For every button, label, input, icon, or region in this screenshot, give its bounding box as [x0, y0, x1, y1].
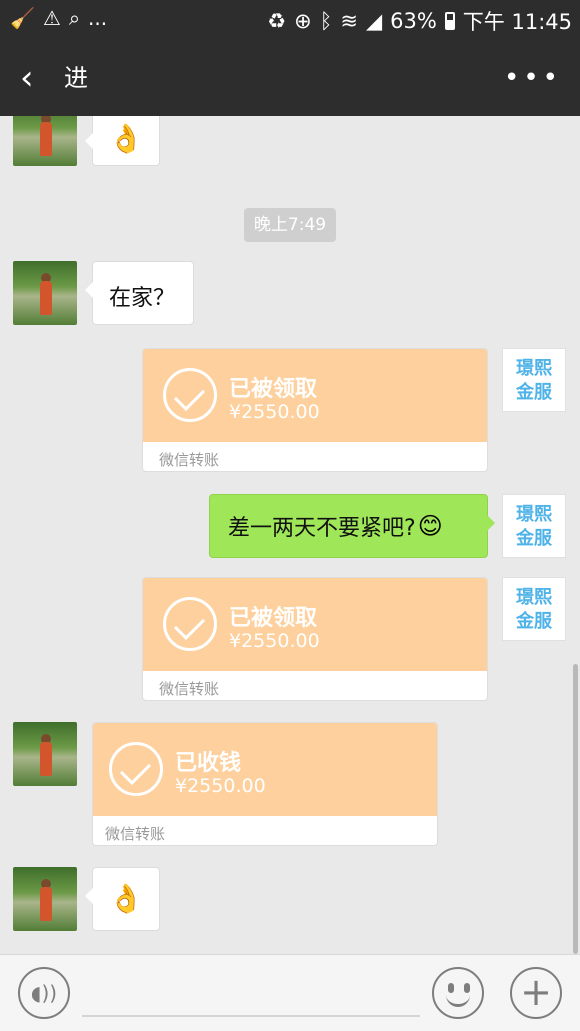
ok-hand-icon: 👌: [108, 882, 144, 915]
data-saver-icon: ⊕: [294, 9, 312, 33]
message-text: 在家？: [109, 286, 176, 311]
plus-icon[interactable]: +: [510, 967, 562, 1019]
broom-icon: 🧹: [10, 6, 35, 30]
avatar[interactable]: [13, 867, 77, 931]
battery-percent: 63%: [390, 9, 437, 33]
text-bubble-outgoing[interactable]: 差一两天不要紧吧? 😊: [209, 494, 495, 558]
alert-icon: ⚠: [42, 6, 61, 30]
status-more: ...: [88, 6, 108, 30]
transfer-amount: ¥2550.00: [175, 775, 266, 797]
status-right: ♻ ⊕ ᛒ ≋ ◢ 63% 下午 11:45: [267, 6, 572, 36]
signal-icon: ◢: [365, 9, 383, 33]
transfer-footer: 微信转账: [159, 451, 220, 469]
transfer-card[interactable]: 已收钱 ¥2550.00 微信转账: [92, 722, 438, 846]
smile-eye-right: [464, 983, 470, 993]
avatar-person: [40, 122, 52, 156]
smile-mouth: [446, 995, 470, 1007]
chat-area[interactable]: 👌 晚上7:49 在家？ 已被领取 ¥2550.00 微信转账 璟熙 金服 差一…: [0, 116, 580, 954]
time-separator: 晚上7:49: [244, 208, 336, 242]
transfer-status: 已被领取: [229, 606, 318, 631]
avatar[interactable]: [13, 116, 77, 166]
chat-title: 进: [64, 64, 88, 92]
voice-icon[interactable]: ◖)): [18, 967, 70, 1019]
more-icon[interactable]: •••: [504, 65, 562, 91]
avatar-person: [40, 887, 52, 921]
smile-icon[interactable]: [432, 967, 484, 1019]
check-circle-icon: [109, 742, 163, 796]
emoji-bubble[interactable]: 👌: [85, 867, 160, 931]
smile-eye-left: [448, 983, 454, 993]
avatar-person: [40, 281, 52, 315]
avatar-right-line1: 璟熙: [516, 587, 552, 608]
transfer-card[interactable]: 已被领取 ¥2550.00 微信转账: [142, 348, 488, 472]
text-bubble[interactable]: 在家？: [85, 261, 194, 325]
message-input[interactable]: [82, 1015, 420, 1017]
avatar-person: [40, 742, 52, 776]
transfer-card[interactable]: 已被领取 ¥2550.00 微信转账: [142, 577, 488, 701]
avatar-right-line2: 金服: [516, 382, 552, 403]
transfer-amount: ¥2550.00: [229, 630, 320, 652]
avatar-right[interactable]: 璟熙 金服: [502, 577, 566, 641]
chat-header: ‹ 进 •••: [0, 40, 580, 116]
avatar-right[interactable]: 璟熙 金服: [502, 348, 566, 412]
recycle-icon: ♻: [267, 9, 287, 33]
chevron-left-icon[interactable]: ‹: [20, 58, 34, 98]
transfer-status: 已收钱: [175, 751, 242, 776]
transfer-status: 已被领取: [229, 377, 318, 402]
transfer-footer: 微信转账: [105, 825, 166, 843]
bluetooth-icon: ᛒ: [319, 9, 333, 33]
avatar-right[interactable]: 璟熙 金服: [502, 494, 566, 558]
smile-emoji-icon: 😊: [417, 512, 443, 540]
avatar-right-line1: 璟熙: [516, 504, 552, 525]
check-circle-icon: [163, 368, 217, 422]
avatar-right-line1: 璟熙: [516, 358, 552, 379]
transfer-amount: ¥2550.00: [229, 401, 320, 423]
check-circle-icon: [163, 597, 217, 651]
search-icon: ⌕: [68, 6, 81, 30]
avatar-right-line2: 金服: [516, 611, 552, 632]
battery-icon: [444, 12, 455, 30]
emoji-bubble[interactable]: 👌: [85, 116, 160, 166]
message-text: 差一两天不要紧吧?: [228, 516, 416, 541]
transfer-footer: 微信转账: [159, 680, 220, 698]
ok-hand-icon: 👌: [108, 122, 144, 155]
input-bar: ◖)) +: [0, 954, 580, 1031]
clock: 下午 11:45: [462, 10, 572, 34]
status-bar: 🧹 ⚠ ⌕ ... ♻ ⊕ ᛒ ≋ ◢ 63% 下午 11:45: [0, 0, 580, 40]
avatar[interactable]: [13, 261, 77, 325]
avatar[interactable]: [13, 722, 77, 786]
wifi-icon: ≋: [340, 9, 358, 33]
status-left: 🧹 ⚠ ⌕ ...: [10, 6, 107, 30]
avatar-right-line2: 金服: [516, 528, 552, 549]
scrollbar[interactable]: [573, 664, 578, 954]
